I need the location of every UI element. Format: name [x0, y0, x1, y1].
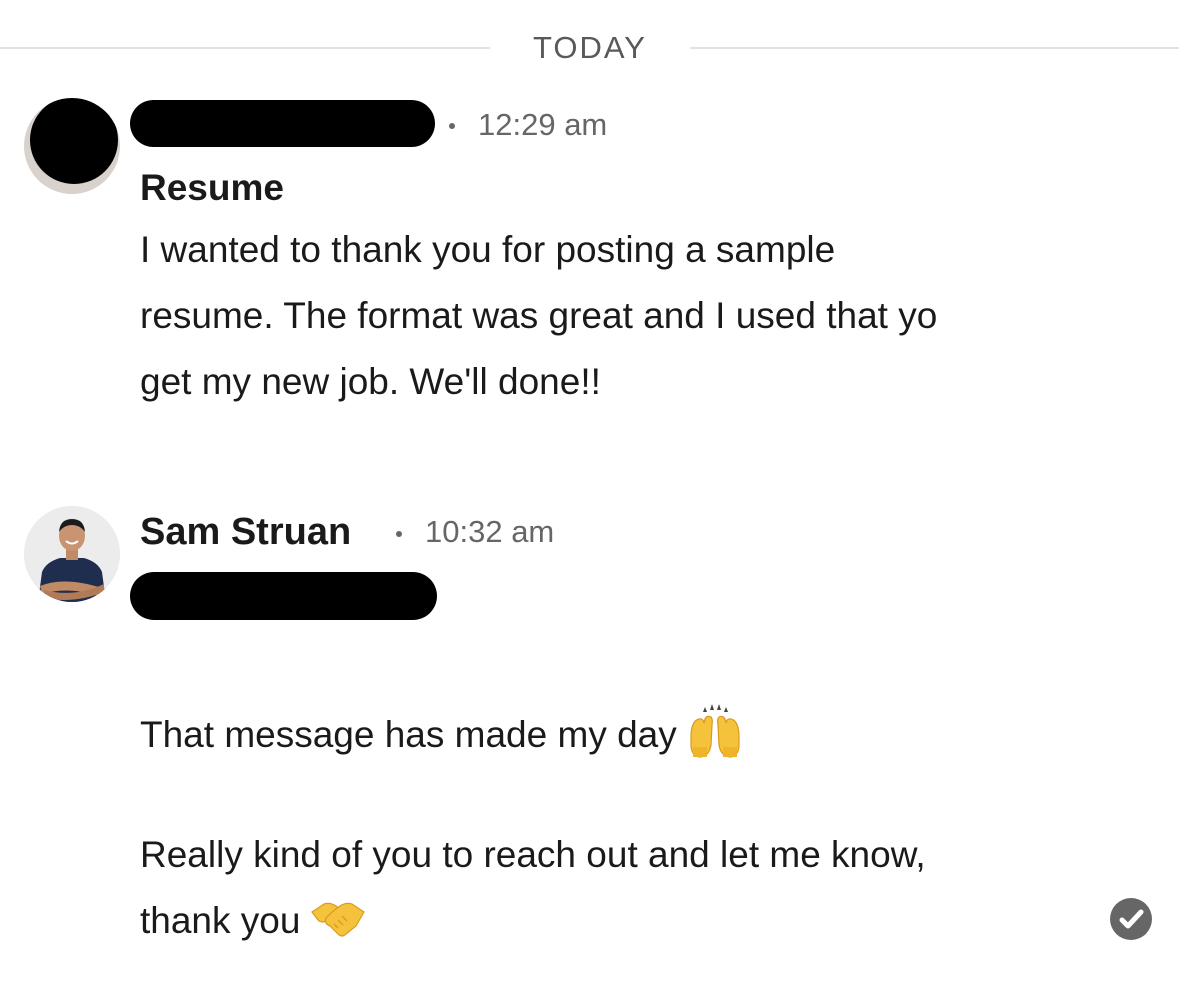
raising-hands-icon	[687, 703, 743, 771]
subtitle-redaction	[130, 572, 437, 620]
message-subject: Resume	[140, 167, 284, 208]
check-circle-icon	[1110, 898, 1152, 940]
redaction-mark	[30, 98, 118, 184]
profile-photo	[24, 506, 120, 602]
message-body-line: That message has made my day	[140, 703, 743, 771]
message-body-line: thank you	[140, 898, 366, 948]
handshake-icon	[310, 898, 366, 948]
date-divider-line-right	[690, 47, 1179, 49]
sender-name[interactable]: Sam Struan	[140, 510, 351, 554]
message-body-text: thank you	[140, 899, 301, 941]
message-body-line: get my new job. We'll done!!	[140, 361, 601, 402]
sender-avatar[interactable]	[24, 98, 120, 194]
message-timestamp: 12:29 am	[478, 107, 608, 142]
sam-struan-avatar[interactable]	[24, 506, 120, 602]
message-body-line: Really kind of you to reach out and let …	[140, 834, 926, 875]
message-body-line: I wanted to thank you for posting a samp…	[140, 229, 836, 270]
message-timestamp: 10:32 am	[425, 514, 555, 549]
conversation-thread: TODAY 12:29 am Resume I wanted to thank …	[0, 0, 1179, 993]
separator-dot	[449, 123, 455, 129]
message-body-text: That message has made my day	[140, 713, 677, 755]
separator-dot	[396, 531, 402, 537]
message-body-line: resume. The format was great and I used …	[140, 295, 938, 336]
sender-name-redaction	[130, 100, 435, 147]
date-divider-line-left	[0, 47, 490, 49]
date-divider-label: TODAY	[533, 30, 647, 65]
